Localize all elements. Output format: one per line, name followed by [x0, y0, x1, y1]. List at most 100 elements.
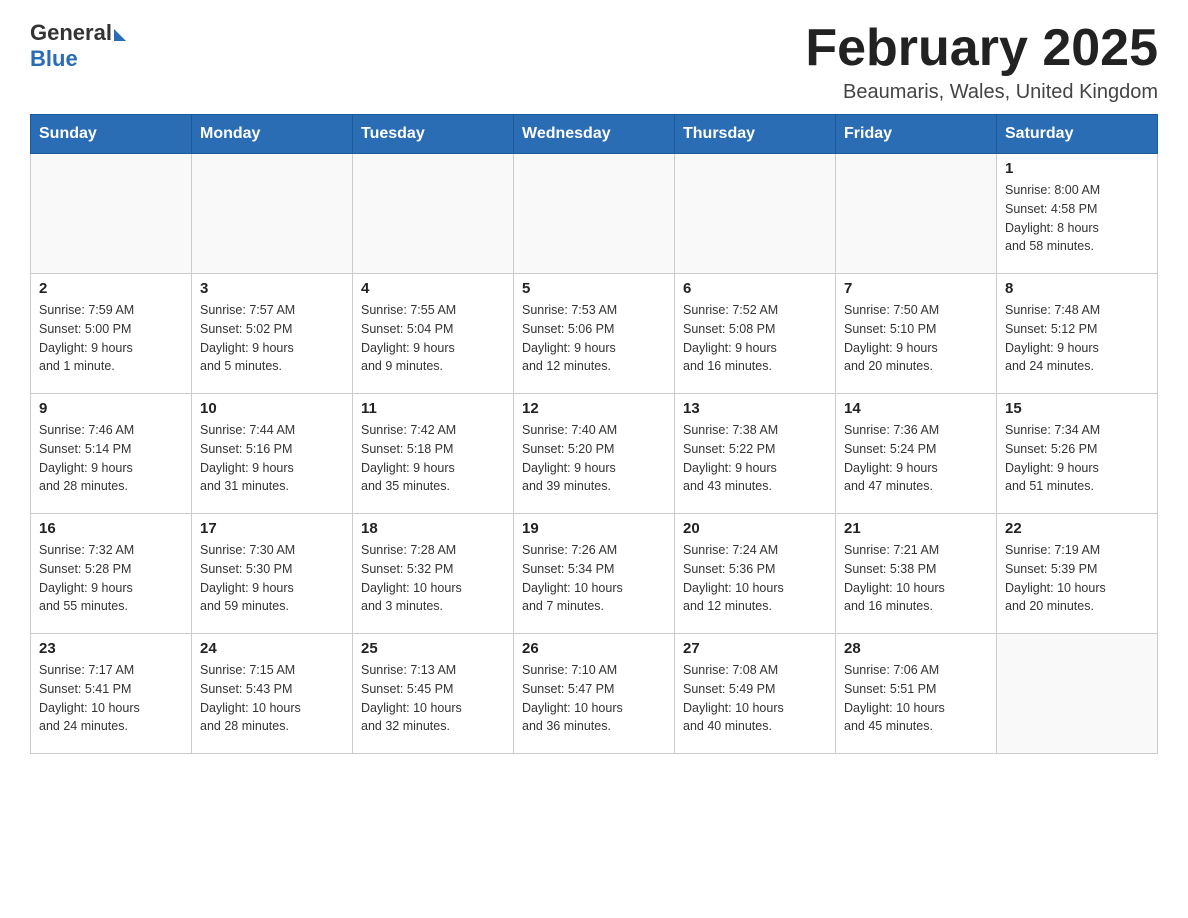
day-info: Sunrise: 7:50 AM Sunset: 5:10 PM Dayligh… [844, 301, 988, 376]
day-number: 16 [39, 520, 183, 537]
calendar-day-cell: 17 Sunrise: 7:30 AM Sunset: 5:30 PM Dayli… [192, 514, 353, 634]
day-info: Sunrise: 7:21 AM Sunset: 5:38 PM Dayligh… [844, 541, 988, 616]
weekday-header-tuesday: Tuesday [353, 115, 514, 154]
day-info: Sunrise: 7:55 AM Sunset: 5:04 PM Dayligh… [361, 301, 505, 376]
day-number: 14 [844, 400, 988, 417]
day-number: 9 [39, 400, 183, 417]
calendar-day-cell: 27 Sunrise: 7:08 AM Sunset: 5:49 PM Dayli… [675, 634, 836, 754]
day-info: Sunrise: 7:32 AM Sunset: 5:28 PM Dayligh… [39, 541, 183, 616]
day-number: 25 [361, 640, 505, 657]
day-number: 21 [844, 520, 988, 537]
calendar-day-cell: 19Sunrise: 7:26 AM Sunset: 5:34 PM Dayli… [514, 514, 675, 634]
calendar-day-cell: 3 Sunrise: 7:57 AM Sunset: 5:02 PM Daylig… [192, 274, 353, 394]
day-info: Sunrise: 7:13 AM Sunset: 5:45 PM Dayligh… [361, 661, 505, 736]
calendar-title: February 2025 [805, 20, 1158, 77]
calendar-day-cell [675, 154, 836, 274]
calendar-day-cell: 24 Sunrise: 7:15 AM Sunset: 5:43 PM Dayli… [192, 634, 353, 754]
calendar-day-cell: 11 Sunrise: 7:42 AM Sunset: 5:18 PM Dayli… [353, 394, 514, 514]
day-info: Sunrise: 7:52 AM Sunset: 5:08 PM Dayligh… [683, 301, 827, 376]
calendar-day-cell: 1 Sunrise: 8:00 AM Sunset: 4:58 PM Daylig… [997, 154, 1158, 274]
calendar-table: SundayMondayTuesdayWednesdayThursdayFrid… [30, 114, 1158, 754]
day-info: Sunrise: 7:15 AM Sunset: 5:43 PM Dayligh… [200, 661, 344, 736]
calendar-day-cell: 15 Sunrise: 7:34 AM Sunset: 5:26 PM Dayli… [997, 394, 1158, 514]
day-info: Sunrise: 7:53 AM Sunset: 5:06 PM Dayligh… [522, 301, 666, 376]
day-info: Sunrise: 7:34 AM Sunset: 5:26 PM Dayligh… [1005, 421, 1149, 496]
calendar-day-cell: 20Sunrise: 7:24 AM Sunset: 5:36 PM Dayli… [675, 514, 836, 634]
day-number: 11 [361, 400, 505, 417]
calendar-day-cell [31, 154, 192, 274]
weekday-header-row: SundayMondayTuesdayWednesdayThursdayFrid… [31, 115, 1158, 154]
day-info: Sunrise: 7:59 AM Sunset: 5:00 PM Dayligh… [39, 301, 183, 376]
day-info: Sunrise: 7:10 AM Sunset: 5:47 PM Dayligh… [522, 661, 666, 736]
calendar-day-cell: 28Sunrise: 7:06 AM Sunset: 5:51 PM Dayli… [836, 634, 997, 754]
logo-general-text: General [30, 20, 112, 46]
day-info: Sunrise: 7:38 AM Sunset: 5:22 PM Dayligh… [683, 421, 827, 496]
day-number: 5 [522, 280, 666, 297]
weekday-header-wednesday: Wednesday [514, 115, 675, 154]
day-number: 13 [683, 400, 827, 417]
calendar-day-cell [192, 154, 353, 274]
calendar-day-cell: 13 Sunrise: 7:38 AM Sunset: 5:22 PM Dayli… [675, 394, 836, 514]
calendar-day-cell: 14 Sunrise: 7:36 AM Sunset: 5:24 PM Dayli… [836, 394, 997, 514]
day-info: Sunrise: 8:00 AM Sunset: 4:58 PM Dayligh… [1005, 181, 1149, 256]
calendar-day-cell: 26 Sunrise: 7:10 AM Sunset: 5:47 PM Dayli… [514, 634, 675, 754]
day-info: Sunrise: 7:36 AM Sunset: 5:24 PM Dayligh… [844, 421, 988, 496]
day-info: Sunrise: 7:26 AM Sunset: 5:34 PM Dayligh… [522, 541, 666, 616]
calendar-week-row: 23Sunrise: 7:17 AM Sunset: 5:41 PM Dayli… [31, 634, 1158, 754]
title-block: February 2025 Beaumaris, Wales, United K… [805, 20, 1158, 104]
day-info: Sunrise: 7:19 AM Sunset: 5:39 PM Dayligh… [1005, 541, 1149, 616]
day-number: 8 [1005, 280, 1149, 297]
day-number: 17 [200, 520, 344, 537]
day-info: Sunrise: 7:30 AM Sunset: 5:30 PM Dayligh… [200, 541, 344, 616]
calendar-header: SundayMondayTuesdayWednesdayThursdayFrid… [31, 115, 1158, 154]
day-info: Sunrise: 7:42 AM Sunset: 5:18 PM Dayligh… [361, 421, 505, 496]
day-number: 2 [39, 280, 183, 297]
day-number: 12 [522, 400, 666, 417]
calendar-day-cell: 7Sunrise: 7:50 AM Sunset: 5:10 PM Daylig… [836, 274, 997, 394]
weekday-header-friday: Friday [836, 115, 997, 154]
day-info: Sunrise: 7:08 AM Sunset: 5:49 PM Dayligh… [683, 661, 827, 736]
day-number: 15 [1005, 400, 1149, 417]
calendar-day-cell: 12 Sunrise: 7:40 AM Sunset: 5:20 PM Dayli… [514, 394, 675, 514]
calendar-day-cell: 18 Sunrise: 7:28 AM Sunset: 5:32 PM Dayli… [353, 514, 514, 634]
day-info: Sunrise: 7:48 AM Sunset: 5:12 PM Dayligh… [1005, 301, 1149, 376]
day-info: Sunrise: 7:40 AM Sunset: 5:20 PM Dayligh… [522, 421, 666, 496]
day-number: 26 [522, 640, 666, 657]
calendar-day-cell: 25 Sunrise: 7:13 AM Sunset: 5:45 PM Dayli… [353, 634, 514, 754]
calendar-week-row: 1 Sunrise: 8:00 AM Sunset: 4:58 PM Daylig… [31, 154, 1158, 274]
day-number: 27 [683, 640, 827, 657]
day-number: 20 [683, 520, 827, 537]
day-info: Sunrise: 7:17 AM Sunset: 5:41 PM Dayligh… [39, 661, 183, 736]
day-number: 3 [200, 280, 344, 297]
calendar-day-cell [836, 154, 997, 274]
day-number: 28 [844, 640, 988, 657]
weekday-header-saturday: Saturday [997, 115, 1158, 154]
day-info: Sunrise: 7:44 AM Sunset: 5:16 PM Dayligh… [200, 421, 344, 496]
day-number: 6 [683, 280, 827, 297]
day-number: 22 [1005, 520, 1149, 537]
logo-blue-text: Blue [30, 46, 78, 72]
calendar-day-cell: 8 Sunrise: 7:48 AM Sunset: 5:12 PM Daylig… [997, 274, 1158, 394]
calendar-day-cell: 2 Sunrise: 7:59 AM Sunset: 5:00 PM Daylig… [31, 274, 192, 394]
calendar-day-cell: 6 Sunrise: 7:52 AM Sunset: 5:08 PM Daylig… [675, 274, 836, 394]
day-info: Sunrise: 7:28 AM Sunset: 5:32 PM Dayligh… [361, 541, 505, 616]
calendar-day-cell [353, 154, 514, 274]
weekday-header-monday: Monday [192, 115, 353, 154]
day-number: 4 [361, 280, 505, 297]
day-number: 24 [200, 640, 344, 657]
calendar-week-row: 9 Sunrise: 7:46 AM Sunset: 5:14 PM Daylig… [31, 394, 1158, 514]
weekday-header-sunday: Sunday [31, 115, 192, 154]
calendar-week-row: 2 Sunrise: 7:59 AM Sunset: 5:00 PM Daylig… [31, 274, 1158, 394]
logo-arrow-icon [114, 29, 126, 41]
calendar-day-cell: 23Sunrise: 7:17 AM Sunset: 5:41 PM Dayli… [31, 634, 192, 754]
calendar-body: 1 Sunrise: 8:00 AM Sunset: 4:58 PM Daylig… [31, 154, 1158, 754]
calendar-day-cell [997, 634, 1158, 754]
day-info: Sunrise: 7:57 AM Sunset: 5:02 PM Dayligh… [200, 301, 344, 376]
day-number: 18 [361, 520, 505, 537]
calendar-day-cell: 16 Sunrise: 7:32 AM Sunset: 5:28 PM Dayli… [31, 514, 192, 634]
day-info: Sunrise: 7:46 AM Sunset: 5:14 PM Dayligh… [39, 421, 183, 496]
calendar-week-row: 16 Sunrise: 7:32 AM Sunset: 5:28 PM Dayli… [31, 514, 1158, 634]
day-number: 1 [1005, 160, 1149, 177]
calendar-day-cell: 10Sunrise: 7:44 AM Sunset: 5:16 PM Dayli… [192, 394, 353, 514]
logo: General Blue [30, 20, 126, 72]
